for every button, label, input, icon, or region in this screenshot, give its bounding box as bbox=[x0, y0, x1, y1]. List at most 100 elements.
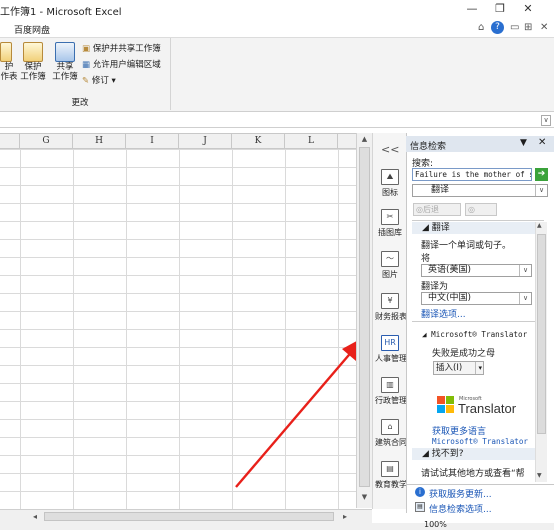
formula-bar[interactable]: ∨ bbox=[0, 114, 554, 128]
tool-admin[interactable]: ▥ 行政管理 bbox=[375, 377, 407, 406]
section-translate[interactable]: ◢ 翻译 bbox=[412, 222, 546, 234]
expand-formula-icon[interactable]: ∨ bbox=[541, 115, 551, 126]
back-button[interactable]: ◎后退 bbox=[413, 203, 461, 216]
to-language-select[interactable]: 中文(中国) ∨ bbox=[421, 292, 532, 305]
service-select[interactable]: 翻译 ∨ bbox=[412, 184, 548, 197]
column-headers: G H I J K L bbox=[0, 133, 356, 150]
scroll-up-icon[interactable]: ▲ bbox=[537, 222, 542, 229]
search-go-button[interactable]: ➔ bbox=[535, 168, 548, 181]
red-arrow-annotation bbox=[235, 337, 364, 488]
protect-workbook-button[interactable]: 保护 工作簿 bbox=[18, 42, 48, 82]
lock-sheet-icon bbox=[0, 42, 12, 62]
pane-close-icon[interactable]: ✕ bbox=[538, 137, 546, 148]
allow-edit-button[interactable]: ▦ 允许用户编辑区域 bbox=[82, 58, 161, 70]
close-doc-icon[interactable]: ✕ bbox=[540, 22, 548, 33]
share-workbook-button[interactable]: 共享 工作簿 bbox=[50, 42, 80, 82]
ribbon: 护 作表 保护 工作簿 共享 工作簿 ▣ 保护并共享工作簿 ▦ 允许用户编辑区域… bbox=[0, 38, 554, 112]
track-changes-button[interactable]: ✎ 修订 ▾ bbox=[82, 74, 116, 86]
translation-options-link[interactable]: 翻译选项... bbox=[421, 307, 466, 320]
building-icon: ⌂ bbox=[381, 419, 399, 435]
collapse-icon[interactable]: << bbox=[381, 143, 399, 156]
grid-line bbox=[20, 149, 21, 509]
more-languages-link[interactable]: 获取更多语言 bbox=[432, 424, 486, 437]
group-label: 更改 bbox=[71, 98, 89, 108]
tab-baidu[interactable]: 百度网盘 bbox=[14, 23, 50, 36]
grid-line bbox=[179, 149, 180, 509]
tool-finance[interactable]: ¥ 财务报表 bbox=[375, 293, 407, 322]
grid-line bbox=[73, 149, 74, 509]
scroll-right-icon[interactable]: ▸ bbox=[343, 512, 347, 521]
column-header[interactable]: J bbox=[179, 134, 232, 150]
group-divider bbox=[170, 38, 171, 110]
chevron-down-icon: ▾ bbox=[475, 362, 482, 374]
column-header[interactable]: G bbox=[20, 134, 73, 150]
search-input[interactable]: Failure is the mother of s bbox=[412, 168, 532, 181]
mountain-icon: ⛰ bbox=[381, 169, 399, 185]
protect-share-button[interactable]: ▣ 保护并共享工作簿 bbox=[82, 42, 161, 54]
column-header[interactable]: L bbox=[285, 134, 338, 150]
section-not-found[interactable]: ◢ 找不到? bbox=[412, 448, 546, 460]
scroll-down-icon[interactable]: ▼ bbox=[537, 472, 542, 479]
tool-contract[interactable]: ⌂ 建筑合同 bbox=[375, 419, 407, 448]
minimize-button[interactable]: — bbox=[462, 2, 482, 18]
tool-picture[interactable]: 〜 图片 bbox=[375, 251, 405, 280]
restore-button[interactable]: ❐ bbox=[490, 2, 510, 18]
research-options-link[interactable]: 信息检索选项... bbox=[429, 502, 492, 515]
ribbon-minimize-icon[interactable]: ⌂ bbox=[478, 22, 484, 33]
scroll-down-icon[interactable]: ▼ bbox=[359, 493, 370, 503]
h-scroll-thumb[interactable] bbox=[44, 512, 334, 521]
ribbon-tabs: 百度网盘 ⌂ ? ▭ ⊞ ✕ bbox=[0, 20, 554, 38]
template-toolstrip: << ⛰ 图标 ✂ 插图库 〜 图片 ¥ 财务报表 HR 人事管理 ▥ 行政管理… bbox=[372, 133, 407, 509]
share-icon bbox=[55, 42, 75, 62]
lock-workbook-icon bbox=[23, 42, 43, 62]
horizontal-scrollbar[interactable]: ◂ ▸ bbox=[0, 509, 372, 523]
vertical-scrollbar[interactable]: ▲ ▼ bbox=[356, 133, 372, 508]
chevron-down-icon: ∨ bbox=[519, 265, 531, 276]
close-button[interactable]: ✕ bbox=[518, 2, 538, 18]
options-icon: ▤ bbox=[415, 502, 425, 512]
scroll-up-icon[interactable]: ▲ bbox=[359, 135, 370, 145]
protect-share-icon: ▣ bbox=[82, 44, 91, 54]
tool-hr[interactable]: HR 人事管理 bbox=[375, 335, 407, 364]
microsoft-logo-icon bbox=[437, 396, 455, 414]
pane-scrollbar[interactable]: ▲ ▼ bbox=[535, 222, 547, 482]
tool-education[interactable]: ▤ 教育教学 bbox=[375, 461, 407, 490]
service-update-link[interactable]: 获取服务更新... bbox=[429, 487, 492, 500]
scroll-left-icon[interactable]: ◂ bbox=[33, 512, 37, 521]
chevron-down-icon: ∨ bbox=[535, 185, 547, 196]
tool-icons[interactable]: ⛰ 图标 bbox=[375, 169, 405, 198]
translation-result: 失败是成功之母 bbox=[432, 349, 496, 359]
ms-translator-header[interactable]: ◢ Microsoft® Translator bbox=[422, 330, 527, 339]
ms-translator-link[interactable]: Microsoft® Translator bbox=[432, 437, 528, 446]
divider bbox=[412, 220, 544, 221]
column-header-partial[interactable] bbox=[0, 134, 20, 150]
pane-scroll-thumb[interactable] bbox=[537, 234, 546, 434]
logo-translator-text: Translator bbox=[458, 401, 517, 416]
min-doc-icon[interactable]: ▭ bbox=[510, 22, 519, 33]
info-icon: i bbox=[415, 487, 425, 497]
pane-menu-icon[interactable]: ▼ bbox=[520, 138, 527, 148]
tool-clipart[interactable]: ✂ 插图库 bbox=[375, 209, 405, 238]
column-header[interactable]: K bbox=[232, 134, 285, 150]
protect-sheet-button[interactable]: 护 作表 bbox=[0, 42, 18, 82]
scissors-icon: ✂ bbox=[381, 209, 399, 225]
translate-prompt: 翻译一个单词或句子。 bbox=[421, 241, 512, 251]
picture-icon: 〜 bbox=[381, 251, 399, 267]
from-language-select[interactable]: 英语(美国) ∨ bbox=[421, 264, 532, 277]
research-pane-header: 信息检索 ▼ ✕ bbox=[406, 136, 554, 152]
allow-edit-icon: ▦ bbox=[82, 60, 91, 70]
insert-button[interactable]: 插入(I) ▾ bbox=[433, 361, 484, 375]
restore-doc-icon[interactable]: ⊞ bbox=[524, 22, 532, 33]
scroll-thumb[interactable] bbox=[359, 147, 370, 487]
title-bar: 工作簿1 - Microsoft Excel — ❐ ✕ bbox=[0, 0, 554, 20]
cabinet-icon: ▥ bbox=[381, 377, 399, 393]
divider bbox=[412, 321, 544, 322]
status-bar: 100% bbox=[0, 520, 554, 530]
divider bbox=[406, 484, 554, 485]
help-icon[interactable]: ? bbox=[491, 21, 504, 34]
window-title: 工作簿1 - Microsoft Excel bbox=[0, 7, 122, 18]
zoom-level[interactable]: 100% bbox=[424, 520, 447, 529]
column-header[interactable]: H bbox=[73, 134, 126, 150]
forward-button[interactable]: ◎ bbox=[465, 203, 497, 216]
column-header[interactable]: I bbox=[126, 134, 179, 150]
